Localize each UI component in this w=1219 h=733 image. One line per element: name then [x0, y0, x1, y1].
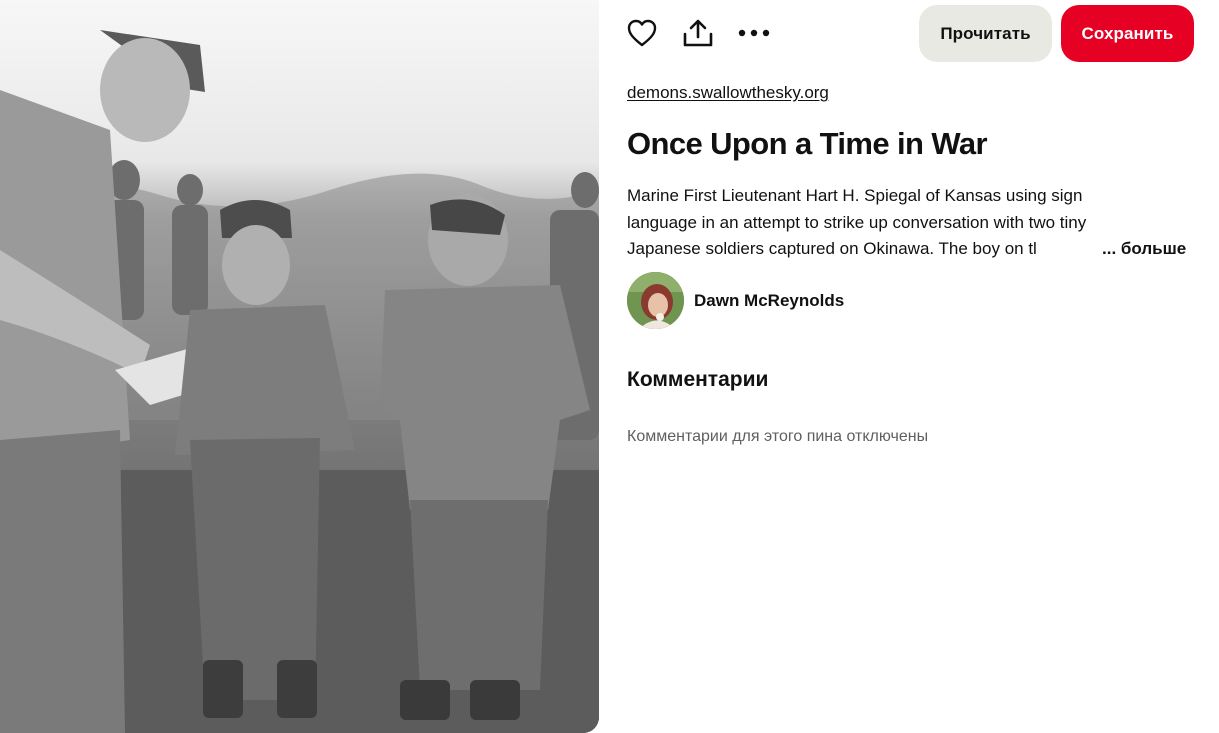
save-button[interactable]: Сохранить [1061, 5, 1194, 62]
comments-heading: Комментарии [627, 368, 769, 391]
source-link[interactable]: demons.swallowthesky.org [627, 83, 829, 103]
description-line: Marine First Lieutenant Hart H. Spiegal … [627, 186, 1083, 205]
author-profile[interactable]: Dawn McReynolds [627, 272, 844, 329]
pin-closeup: Прочитать Сохранить demons.swallowthesky… [0, 0, 1219, 733]
share-icon [683, 19, 713, 47]
description-line: Japanese soldiers captured on Okinawa. T… [627, 239, 1037, 258]
like-button[interactable] [624, 15, 660, 51]
author-name: Dawn McReynolds [694, 290, 845, 310]
description-line: language in an attempt to strike up conv… [627, 212, 1087, 232]
heart-icon [627, 19, 657, 47]
read-button[interactable]: Прочитать [919, 5, 1052, 62]
photo-illustration [0, 0, 599, 733]
comments-disabled-notice: Комментарии для этого пина отключены [627, 428, 929, 445]
share-button[interactable] [680, 15, 716, 51]
more-options-button[interactable] [736, 15, 772, 51]
pin-image[interactable] [0, 0, 599, 733]
show-more-link[interactable]: ... больше [1102, 236, 1186, 263]
more-icon [738, 29, 770, 37]
avatar [627, 272, 684, 329]
pin-description: Marine First Lieutenant Hart H. Spiegal … [627, 183, 1195, 263]
pin-details: Прочитать Сохранить demons.swallowthesky… [627, 0, 1195, 733]
pin-title: Once Upon a Time in War [627, 126, 988, 161]
action-bar: Прочитать Сохранить [627, 5, 1195, 62]
